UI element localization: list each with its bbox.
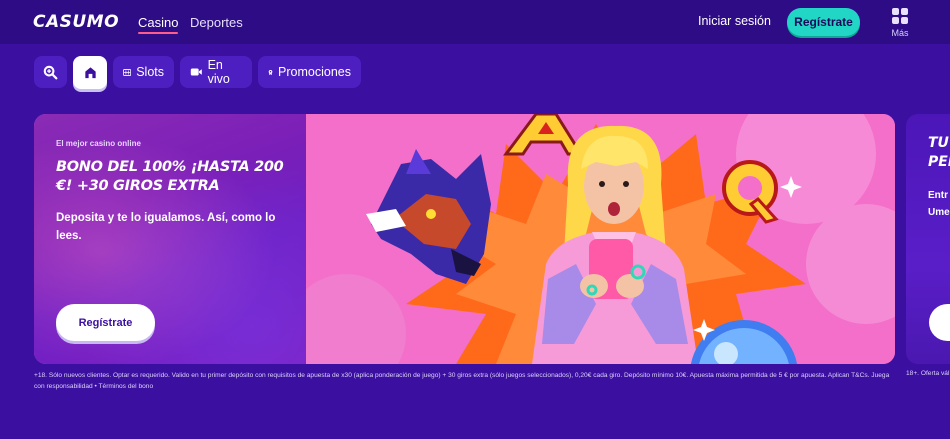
next-banner-title: TU PER [928, 135, 950, 170]
next-banner-button[interactable] [929, 304, 950, 341]
next-banner[interactable]: TU PER Entr Ume [906, 114, 950, 364]
promotions-button[interactable]: Promociones [258, 56, 361, 88]
bonus-terms-text: +18. Sólo nuevos clientes. Optar es requ… [34, 372, 890, 390]
more-menu-button[interactable]: Más [886, 8, 914, 42]
grid-menu-icon [892, 8, 908, 24]
home-button[interactable] [73, 56, 107, 89]
banner-register-button[interactable]: Regístrate [56, 304, 155, 341]
register-button[interactable]: Regístrate [787, 8, 860, 36]
next-banner-terms-text: 18+. Oferta vál [906, 370, 950, 377]
slot-machine-icon [123, 68, 132, 76]
banner-text-panel: El mejor casino online BONO DEL 100% ¡HA… [34, 114, 306, 364]
nav-deportes-link[interactable]: Deportes [190, 15, 243, 30]
video-camera-icon [190, 68, 202, 76]
nav-casino-link[interactable]: Casino [138, 15, 179, 34]
banner-title: BONO DEL 100% ¡HASTA 200 €! +30 GIROS EX… [56, 159, 284, 194]
home-icon [84, 67, 96, 79]
top-navigation-bar: CASUMO Casino Deportes Iniciar sesión Re… [0, 0, 950, 44]
slots-button[interactable]: Slots [113, 56, 174, 88]
banner-eyebrow: El mejor casino online [56, 139, 141, 148]
banner-subtitle: Deposita y te lo igualamos. Así, como lo… [56, 212, 276, 242]
casumo-logo[interactable]: CASUMO [33, 12, 119, 32]
banner-illustration [306, 114, 895, 364]
live-label: En vivo [207, 58, 230, 86]
search-button[interactable] [34, 56, 67, 88]
slots-label: Slots [136, 65, 164, 79]
search-icon [43, 65, 58, 79]
more-label: Más [891, 28, 909, 38]
promotions-label: Promociones [278, 65, 351, 79]
badge-icon [268, 69, 273, 75]
live-casino-button[interactable]: En vivo [180, 56, 252, 88]
hero-banner[interactable]: El mejor casino online BONO DEL 100% ¡HA… [34, 114, 895, 364]
login-link[interactable]: Iniciar sesión [698, 14, 771, 28]
next-banner-subtitle: Entr Ume [928, 190, 950, 218]
